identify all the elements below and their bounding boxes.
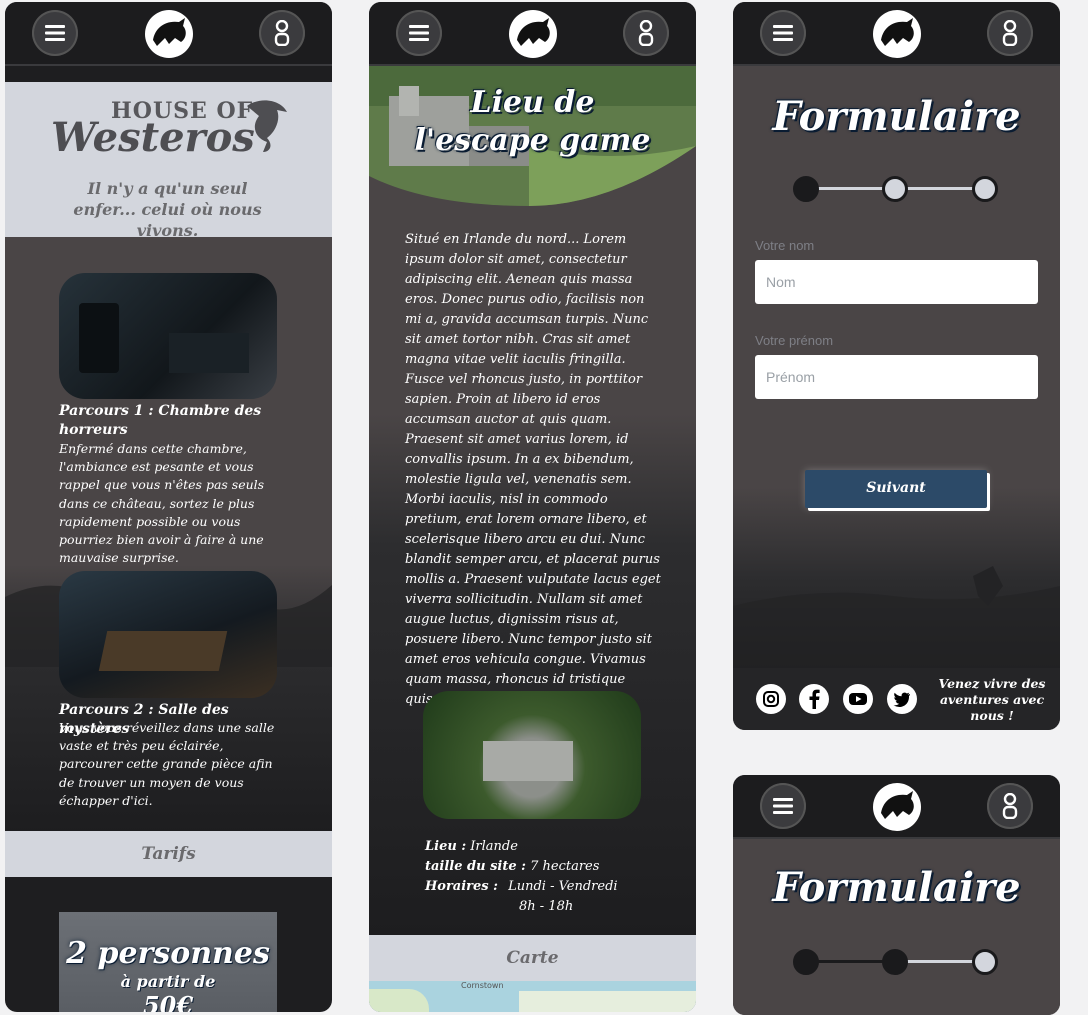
nom-placeholder: Nom xyxy=(766,274,796,290)
nom-label: Votre nom xyxy=(755,238,815,253)
info-horaires-time: 8h - 18h xyxy=(519,899,574,914)
app-header xyxy=(5,2,332,66)
menu-icon xyxy=(409,25,429,41)
instagram-link[interactable] xyxy=(756,684,786,714)
course-2-text: Vous vous réveillez dans une salle vaste… xyxy=(59,720,275,808)
hero-title: Lieu de l'escape game xyxy=(414,85,651,158)
tagline: Il n'y a qu'un seul enfer... celui où no… xyxy=(73,179,262,240)
dragon-logo[interactable] xyxy=(872,10,921,58)
prenom-label: Votre prénom xyxy=(755,333,834,348)
prenom-input[interactable]: Prénom xyxy=(755,355,1038,399)
youtube-link[interactable] xyxy=(843,684,873,714)
course-1-image[interactable] xyxy=(59,273,277,399)
app-footer: Venez vivre des aventures avec nous ! xyxy=(733,668,1060,730)
dragon-icon xyxy=(152,18,186,46)
price-value: 50€ xyxy=(142,991,194,1013)
info-horaires: Horaires : Lundi - Vendredi xyxy=(425,879,618,894)
step-1 xyxy=(793,176,819,202)
next-button[interactable]: Suivant xyxy=(805,470,987,508)
course-2-image[interactable] xyxy=(59,571,277,698)
price-title: 2 personnes xyxy=(66,936,270,971)
info-lieu: Lieu : Irlande xyxy=(425,839,518,854)
app-header xyxy=(369,2,696,66)
next-label: Suivant xyxy=(866,480,926,496)
menu-button[interactable] xyxy=(32,10,78,56)
facebook-link[interactable] xyxy=(799,684,829,714)
dragon-logo[interactable] xyxy=(872,783,921,831)
menu-icon xyxy=(773,798,793,814)
dragon-logo[interactable] xyxy=(508,10,557,58)
dragon-logo[interactable] xyxy=(144,10,193,58)
form-title: Formulaire xyxy=(772,93,1021,140)
instagram-icon xyxy=(763,691,779,707)
phone-home: HOUSE OF Westeros Il n'y a qu'un seul en… xyxy=(5,2,332,1012)
tarifs-band: Tarifs xyxy=(5,831,332,877)
prenom-placeholder: Prénom xyxy=(766,369,816,385)
price-card[interactable]: 2 personnes à partir de 50€ xyxy=(59,912,277,1012)
location-info: Lieu : Irlande taille du site : 7 hectar… xyxy=(425,837,665,917)
menu-icon xyxy=(45,25,65,41)
step-1 xyxy=(793,949,819,975)
app-header xyxy=(733,2,1060,66)
phone-form-step2: Formulaire xyxy=(733,775,1060,1015)
course-1-text: Enfermé dans cette chambre, l'ambiance e… xyxy=(59,441,265,566)
twitter-icon xyxy=(893,692,910,707)
map-label: Carte xyxy=(506,948,559,968)
dragon-icon xyxy=(516,18,550,46)
map[interactable]: Cornstown xyxy=(369,981,696,1012)
dragon-icon xyxy=(880,18,914,46)
menu-button[interactable] xyxy=(760,783,806,829)
user-icon xyxy=(1002,793,1018,819)
form-stepper xyxy=(733,174,1060,204)
menu-icon xyxy=(773,25,793,41)
facebook-icon xyxy=(809,689,820,709)
info-taille: taille du site : 7 hectares xyxy=(425,859,600,874)
step-2 xyxy=(882,176,908,202)
map-place-label: Cornstown xyxy=(461,981,504,990)
step-3 xyxy=(972,949,998,975)
youtube-icon xyxy=(849,693,867,705)
map-band: Carte xyxy=(369,935,696,981)
hero-band: HOUSE OF Westeros Il n'y a qu'un seul en… xyxy=(5,82,332,240)
account-button[interactable] xyxy=(987,783,1033,829)
phone-form-step1: Formulaire Votre nom Nom Votre prénom Pr… xyxy=(733,2,1060,730)
user-icon xyxy=(274,20,290,46)
brand-logo: HOUSE OF Westeros xyxy=(49,96,289,161)
menu-button[interactable] xyxy=(396,10,442,56)
footer-text: Venez vivre des aventures avec nous ! xyxy=(938,676,1046,723)
brand-line-2: Westeros xyxy=(51,114,255,161)
twitter-link[interactable] xyxy=(887,684,917,714)
dragon-emblem-icon xyxy=(247,100,287,152)
phone-location: Lieu de l'escape game Situé en Irlande d… xyxy=(369,2,696,1012)
user-icon xyxy=(1002,20,1018,46)
form-title: Formulaire xyxy=(772,864,1021,911)
step-3 xyxy=(972,176,998,202)
menu-button[interactable] xyxy=(760,10,806,56)
dragon-icon xyxy=(880,791,914,819)
course-1-title: Parcours 1 : Chambre des horreurs xyxy=(59,403,262,438)
castle-aerial-image[interactable] xyxy=(423,691,641,819)
account-button[interactable] xyxy=(259,10,305,56)
account-button[interactable] xyxy=(987,10,1033,56)
tarifs-label: Tarifs xyxy=(141,844,196,864)
app-header xyxy=(733,775,1060,839)
step-2 xyxy=(882,949,908,975)
rider-silhouette xyxy=(733,566,1060,668)
price-subtitle: à partir de xyxy=(120,972,216,991)
form-stepper xyxy=(733,947,1060,977)
user-icon xyxy=(638,20,654,46)
account-button[interactable] xyxy=(623,10,669,56)
content-section: Parcours 1 : Chambre des horreurs Enferm… xyxy=(5,237,332,833)
nom-input[interactable]: Nom xyxy=(755,260,1038,304)
location-body: Situé en Irlande du nord... Lorem ipsum … xyxy=(405,232,661,707)
